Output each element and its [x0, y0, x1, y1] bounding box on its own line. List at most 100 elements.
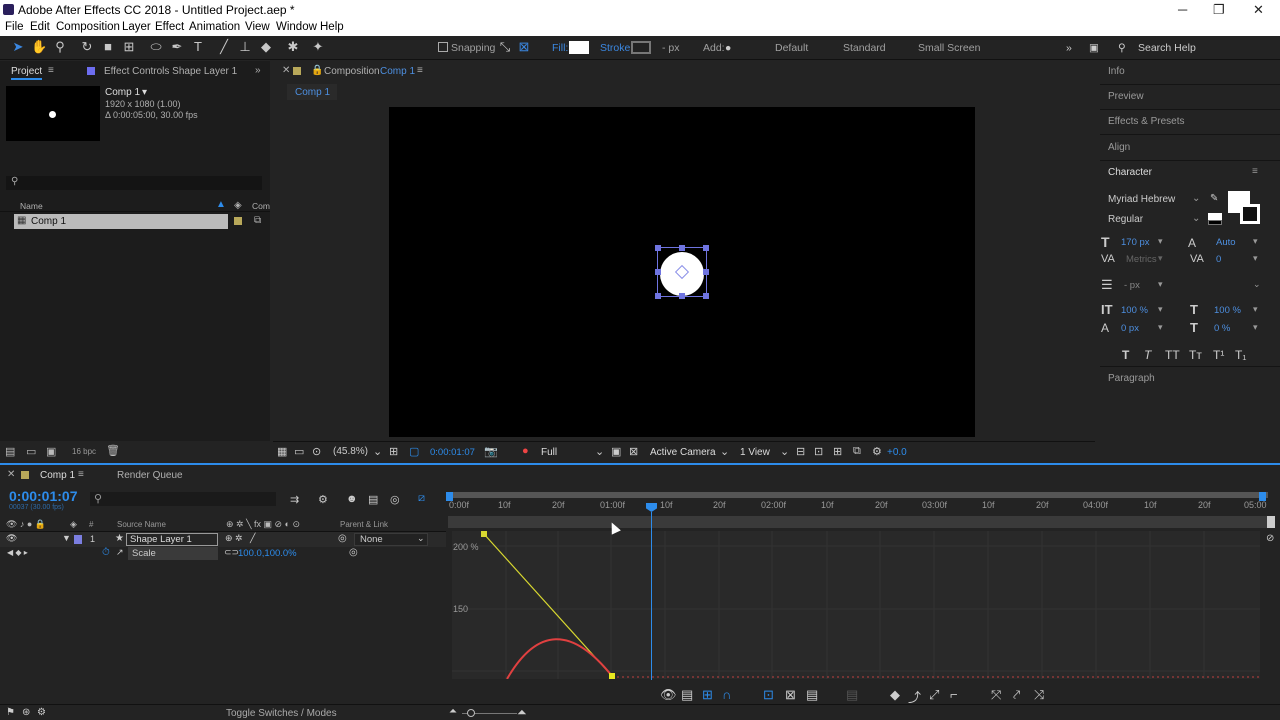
footer-switches-icon[interactable]: ⚑	[6, 707, 15, 718]
handle-br[interactable]	[703, 293, 709, 299]
graph-editor-icon[interactable]: ⧄	[418, 492, 425, 505]
panel-character[interactable]: Character	[1108, 167, 1152, 178]
auto-bezier-icon[interactable]: ⤢	[929, 687, 939, 703]
separate-dimensions-icon[interactable]: ▤	[806, 687, 818, 703]
zoom-slider-thumb[interactable]	[467, 709, 475, 717]
close-button[interactable]: ✕	[1253, 2, 1264, 18]
label-swatch[interactable]	[234, 217, 242, 225]
puppet-tool-icon[interactable]: ✦	[310, 39, 326, 55]
parent-dropdown[interactable]: None ⌄	[354, 533, 428, 546]
camera-tool-icon[interactable]: ■	[100, 39, 116, 55]
kerning-value[interactable]: Metrics	[1126, 254, 1157, 265]
menu-file[interactable]: File	[5, 21, 24, 33]
toggle-switches-modes[interactable]: Toggle Switches / Modes	[226, 708, 337, 719]
font-size-value[interactable]: 170 px	[1121, 237, 1150, 248]
tab-project[interactable]: Project	[11, 66, 43, 80]
project-menu-icon[interactable]: ≡	[48, 65, 54, 76]
frame-blend-icon[interactable]: ▤	[368, 493, 378, 506]
graph-editor[interactable]: 200 % 150	[452, 531, 1260, 679]
panel-info[interactable]: Info	[1108, 66, 1125, 77]
graph-toggle-icon[interactable]: ↗	[116, 547, 124, 558]
fill-swatch[interactable]	[569, 41, 589, 54]
menu-help[interactable]: Help	[320, 21, 344, 33]
small-caps-button[interactable]: Tт	[1189, 348, 1202, 362]
collapse-switch-icon[interactable]: ⊕ ✲	[225, 533, 243, 544]
panel-effects-presets[interactable]: Effects & Presets	[1108, 116, 1185, 127]
view-dropdown[interactable]: 1 View	[740, 447, 770, 458]
clone-stamp-tool-icon[interactable]: ⊥	[237, 39, 253, 55]
tab-timeline-comp1[interactable]: Comp 1	[40, 470, 75, 481]
comp-mini-flowchart-icon[interactable]: ⇉	[290, 493, 299, 506]
col-name[interactable]: Name	[20, 201, 43, 211]
project-item-comp1[interactable]: ▦ Comp 1	[14, 214, 228, 229]
brush-tool-icon[interactable]: ╱	[216, 39, 232, 55]
graph-options-icon[interactable]: ▤	[681, 687, 693, 703]
scale-speed-curve[interactable]	[506, 638, 613, 679]
superscript-button[interactable]: T¹	[1213, 348, 1224, 362]
col-source-name[interactable]: Source Name	[117, 520, 166, 529]
camera-dropdown[interactable]: Active Camera	[650, 447, 716, 458]
monitor-icon[interactable]: ▭	[294, 445, 304, 458]
transform-box-icon[interactable]: ⊞	[702, 687, 713, 703]
draft-3d-icon[interactable]: ⚙	[318, 493, 328, 506]
stroke-width-value[interactable]: - px	[1124, 280, 1140, 291]
vertical-scale-value[interactable]: 100 %	[1121, 305, 1148, 316]
tab-effect-controls[interactable]: Effect Controls Shape Layer 1	[104, 66, 237, 77]
panel-overflow-icon[interactable]: »	[255, 65, 261, 76]
visibility-eye-icon[interactable]: 👁	[6, 533, 17, 544]
stroke-color-swatch[interactable]	[1240, 204, 1260, 224]
shy-icon[interactable]: ☻	[346, 493, 358, 505]
type-tool-icon[interactable]: T	[190, 39, 206, 55]
handle-tr[interactable]	[703, 245, 709, 251]
pen-tool-icon[interactable]: ✒	[169, 39, 185, 55]
handle-t[interactable]	[679, 245, 685, 251]
stroke-swatch[interactable]	[631, 41, 651, 54]
layer-label-swatch[interactable]	[74, 535, 82, 544]
channel-icon[interactable]: ●	[522, 445, 529, 457]
fit-icon[interactable]: ⊞	[389, 445, 398, 458]
timeline-icon[interactable]: ⊞	[833, 445, 842, 458]
horizontal-scale-value[interactable]: 100 %	[1214, 305, 1241, 316]
pick-whip-icon[interactable]: ◎	[338, 533, 347, 544]
easy-ease-in-icon[interactable]: ⤤	[1013, 687, 1020, 703]
zoom-out-icon[interactable]: ⏶	[449, 706, 457, 717]
sync-settings-icon[interactable]: ▣	[1089, 42, 1099, 54]
new-folder-icon[interactable]: ▭	[26, 445, 36, 458]
zoom-tool-icon[interactable]: ⚲	[52, 39, 68, 55]
handle-bl[interactable]	[655, 293, 661, 299]
add-button-icon[interactable]: ●	[725, 42, 731, 54]
work-area-bar[interactable]	[446, 492, 1268, 498]
vr-icon[interactable]: ⊙	[312, 445, 321, 458]
edit-keyframes-icon[interactable]: ▤	[846, 687, 858, 703]
property-value[interactable]: 100.0,100.0%	[238, 548, 297, 559]
rotate-tool-icon[interactable]: ↻	[79, 39, 95, 55]
tab-composition[interactable]: Comp 1	[380, 66, 415, 77]
menu-animation[interactable]: Animation	[189, 21, 240, 33]
flowchart-icon[interactable]: ⧉	[853, 445, 861, 458]
time-navigator[interactable]	[448, 516, 1268, 528]
pan-behind-tool-icon[interactable]: ⊞	[121, 39, 137, 55]
sort-arrow-icon[interactable]: ▲	[216, 199, 226, 210]
tsume-value[interactable]: 0 %	[1214, 323, 1230, 334]
exposure-value[interactable]: +0.0	[887, 447, 907, 458]
graph-fit-icon[interactable]: ⊘	[1266, 533, 1274, 544]
timeline-menu-icon[interactable]: ≡	[78, 469, 84, 480]
font-style-dropdown[interactable]: Regular	[1108, 214, 1143, 225]
subscript-button[interactable]: T₁	[1235, 348, 1246, 362]
show-properties-icon[interactable]: 👁	[660, 687, 677, 703]
workspace-more-icon[interactable]: »	[1066, 42, 1072, 54]
close-tab-icon[interactable]: ✕	[282, 65, 290, 76]
label-col-icon[interactable]: ◈	[234, 200, 242, 211]
timeline-search-input[interactable]: ⚲	[90, 492, 276, 506]
easy-ease-icon[interactable]: ⌐	[950, 687, 958, 702]
panel-preview[interactable]: Preview	[1108, 91, 1144, 102]
search-help-field[interactable]: Search Help	[1138, 42, 1196, 54]
comp-dropdown-icon[interactable]: ▾	[142, 87, 147, 98]
property-row[interactable]: Scale	[128, 547, 218, 560]
footer-modes-icon[interactable]: ⊛	[22, 707, 30, 718]
hand-tool-icon[interactable]: ✋	[31, 39, 47, 55]
quality-switch-icon[interactable]: ╱	[250, 533, 255, 544]
transparency-icon[interactable]: ⊠	[629, 445, 638, 458]
tracking-value[interactable]: 0	[1216, 254, 1221, 265]
comp-timecode[interactable]: 0:00:01:07	[430, 447, 475, 458]
